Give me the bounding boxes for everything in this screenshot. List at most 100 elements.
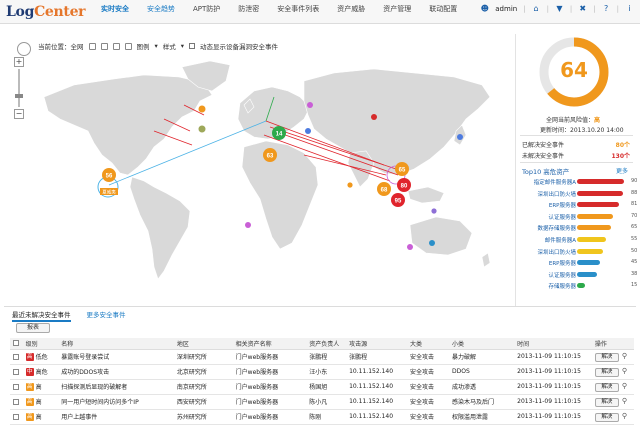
zoom-out-button[interactable]: − [14, 109, 24, 119]
top10-value: 81 [631, 201, 638, 208]
export-icon[interactable] [112, 42, 120, 50]
risk-score: 64 [560, 58, 588, 82]
nav-asset-manage[interactable]: 资产管理 [374, 0, 420, 24]
zoom-slider-knob[interactable] [15, 94, 23, 98]
col-time[interactable]: 时间 [514, 338, 592, 350]
event-source: 张鹏程 [346, 349, 408, 365]
col-name[interactable]: 名称 [58, 338, 174, 350]
top10-bar-row[interactable]: 指定邮件服务器A 90 [520, 178, 638, 186]
search-icon[interactable]: ⚲ [622, 412, 627, 420]
top10-more-link[interactable]: 更多 [616, 166, 628, 175]
table-row[interactable]: 高低危 暴露账号登录尝试 深圳研究所 门户web服务器 张鹏程 张鹏程 安全攻击 暴力破解 20… [10, 349, 634, 365]
filter-icon[interactable]: ▼ [555, 4, 564, 13]
pan-control[interactable] [17, 42, 31, 56]
top10-bar-row[interactable]: 深圳出口防火墙 50 [520, 248, 637, 256]
event-source: 10.11.152.140 [346, 394, 408, 410]
current-location: 当前位置：全网 [38, 43, 84, 51]
world-map[interactable]: 14 63 56 65 68 80 95 夏威夷 [4, 35, 512, 305]
search-icon[interactable]: ⚲ [622, 397, 627, 405]
event-category: 安全攻击 [407, 394, 450, 410]
level-text: 低危 [35, 353, 48, 361]
event-subcategory: 成功渗透 [449, 379, 515, 395]
table-header-row: 级别 名称 地区 相关资产名称 资产负责人 攻击源 大类 小类 时间 操作 [10, 338, 634, 350]
col-asset[interactable]: 相关资产名称 [232, 338, 307, 350]
table-row[interactable]: 高高 同一用户短时间内访问多个IP 西安研究所 门户web服务器 陈小凡 10.11.15… [10, 394, 634, 410]
col-level[interactable]: 级别 [22, 338, 59, 350]
pin-marker: 56 [102, 168, 116, 182]
col-owner[interactable]: 资产负责人 [306, 338, 347, 350]
chevron-down-icon: ▾ [154, 42, 158, 50]
nav-asset-threat[interactable]: 资产威胁 [328, 0, 374, 24]
info-icon[interactable]: i [625, 4, 634, 13]
layer-dropdown[interactable]: 图例 [137, 41, 150, 51]
lock-icon[interactable] [100, 42, 108, 50]
logo: LogCenter [6, 4, 86, 20]
report-button[interactable]: 报表 [16, 323, 50, 333]
style-dropdown[interactable]: 样式 [163, 41, 176, 51]
zoom-in-button[interactable]: + [14, 57, 24, 67]
landmass-new-zealand [481, 252, 491, 268]
event-category: 安全攻击 [407, 364, 450, 380]
search-icon[interactable]: ⚲ [622, 382, 627, 390]
dynamic-display-checkbox[interactable] [189, 43, 196, 49]
top10-asset-name: ERP服务器 [548, 261, 576, 268]
nav-linkage-config[interactable]: 联动配置 [420, 0, 466, 24]
resolve-button[interactable]: 解决 [594, 382, 619, 392]
table-row[interactable]: 高高 用户上越事件 苏州研究所 门户web服务器 陈刚 10.11.152.140 安全攻击… [10, 409, 634, 425]
table-row[interactable]: 中高危 成功的DDOS攻击 北京研究所 门户web服务器 汪小东 10.11.152.14… [10, 364, 634, 380]
top10-bar-row[interactable]: 数据存储服务器 65 [520, 224, 637, 232]
level-badge: 高 [25, 383, 34, 392]
top10-bar-row[interactable]: 深圳出口防火墙 88 [520, 190, 637, 198]
zoom-slider[interactable] [15, 69, 23, 107]
event-name: 暴露账号登录尝试 [58, 349, 174, 365]
pin-marker: 68 [377, 182, 391, 196]
top10-bar [577, 190, 623, 196]
top10-bar-row[interactable]: ERP服务器 45 [520, 259, 638, 268]
home-icon[interactable]: ⌂ [532, 4, 541, 13]
events-table: 级别 名称 地区 相关资产名称 资产负责人 攻击源 大类 小类 时间 操作 高 低… [10, 338, 634, 425]
top10-bar-row[interactable]: ERP服务器 81 [520, 201, 638, 209]
resolve-button[interactable]: 解决 [594, 412, 619, 422]
level-badge: 高 [25, 398, 34, 407]
top10-bar-row[interactable]: 存储服务器 15 [520, 282, 637, 290]
row-checkbox[interactable] [13, 383, 19, 390]
row-checkbox[interactable] [13, 353, 19, 360]
resolve-button[interactable]: 解决 [594, 352, 619, 362]
tab-more-events[interactable]: 更多安全事件 [87, 309, 126, 322]
select-all-checkbox[interactable] [13, 340, 19, 347]
print-icon[interactable] [88, 42, 96, 50]
resolve-button[interactable]: 解决 [594, 367, 619, 377]
world-map-panel: 14 63 56 65 68 80 95 夏威夷 当前位置：全网 图例 ▾ 样式… [4, 35, 512, 305]
top10-bar-row[interactable]: 邮件服务器A 55 [520, 236, 638, 244]
row-checkbox[interactable] [13, 398, 19, 405]
resolve-button[interactable]: 解决 [594, 397, 619, 407]
top10-bar-row[interactable]: 认证服务器 38 [520, 271, 637, 279]
top10-asset-name: 深圳出口防火墙 [537, 191, 576, 198]
col-subcategory[interactable]: 小类 [449, 338, 515, 350]
landmass-sea-islands [407, 186, 445, 204]
col-category[interactable]: 大类 [407, 338, 450, 350]
nav-dlp[interactable]: 防泄密 [229, 0, 268, 24]
search-icon[interactable]: ⚲ [622, 352, 627, 360]
nav-event-list[interactable]: 安全事件列表 [268, 0, 328, 24]
landmass-south-america [129, 176, 191, 280]
event-subcategory: 感染木马及后门 [449, 394, 515, 410]
top10-value: 55 [631, 236, 638, 242]
table-row[interactable]: 高高 扫描探测后显现的破解者 南京研究所 门户web服务器 杨国旭 10.11.152.1… [10, 379, 634, 395]
search-icon[interactable]: ⚲ [622, 367, 627, 375]
layer-icon[interactable] [124, 42, 132, 50]
current-user[interactable]: admin [495, 5, 517, 13]
nav-apt[interactable]: APT防护 [184, 0, 229, 24]
help-icon[interactable]: ? [602, 4, 611, 13]
top10-bar [577, 213, 614, 219]
col-source[interactable]: 攻击源 [346, 338, 408, 350]
tab-recent-unresolved[interactable]: 最近未解决安全事件 [12, 309, 71, 322]
row-checkbox[interactable] [13, 368, 19, 375]
row-checkbox[interactable] [13, 413, 19, 420]
nav-realtime-security[interactable]: 实时安全 [92, 0, 138, 24]
nav-security-trend[interactable]: 安全趋势 [138, 0, 184, 24]
col-region[interactable]: 地区 [173, 338, 233, 350]
top10-bar [577, 202, 620, 208]
tools-icon[interactable]: ✖ [578, 4, 587, 13]
top10-bar-row[interactable]: 认证服务器 70 [520, 213, 637, 221]
